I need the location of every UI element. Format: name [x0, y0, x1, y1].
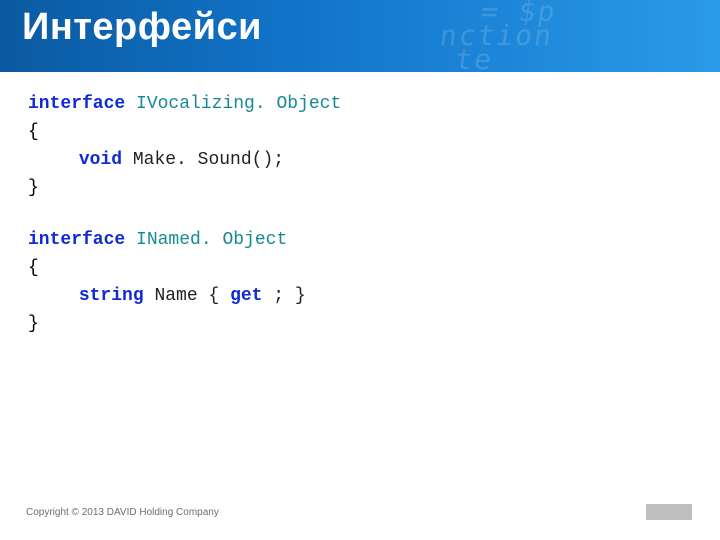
- member-name: Make. Sound();: [133, 150, 284, 170]
- code-block-2: interface INamed. Object { string Name {…: [28, 226, 720, 338]
- footer-copyright: Copyright © 2013 DAVID Holding Company: [26, 507, 219, 518]
- code-line: interface IVocalizing. Object: [28, 90, 720, 118]
- code-line: {: [28, 254, 720, 282]
- code-block-1: interface IVocalizing. Object { void Mak…: [28, 90, 720, 202]
- slide-header: = $p nction te Интерфейси: [0, 0, 720, 72]
- keyword: get: [230, 286, 262, 306]
- code-line: void Make. Sound();: [28, 146, 720, 174]
- code-line: }: [28, 310, 720, 338]
- keyword: interface: [28, 230, 125, 250]
- code-text: ; }: [273, 286, 305, 306]
- keyword: void: [79, 150, 122, 170]
- slide-title: Интерфейси: [22, 6, 262, 49]
- header-decoration: = $p nction te: [435, 0, 720, 72]
- type-name: IVocalizing. Object: [136, 94, 341, 114]
- code-line: string Name { get ; }: [28, 282, 720, 310]
- member-name: Name {: [154, 286, 219, 306]
- code-line: interface INamed. Object: [28, 226, 720, 254]
- code-line: }: [28, 174, 720, 202]
- keyword: interface: [28, 94, 125, 114]
- code-content: interface IVocalizing. Object { void Mak…: [0, 72, 720, 338]
- type-name: INamed. Object: [136, 230, 287, 250]
- code-line: {: [28, 118, 720, 146]
- keyword: string: [79, 286, 144, 306]
- footer-placeholder: [646, 504, 692, 520]
